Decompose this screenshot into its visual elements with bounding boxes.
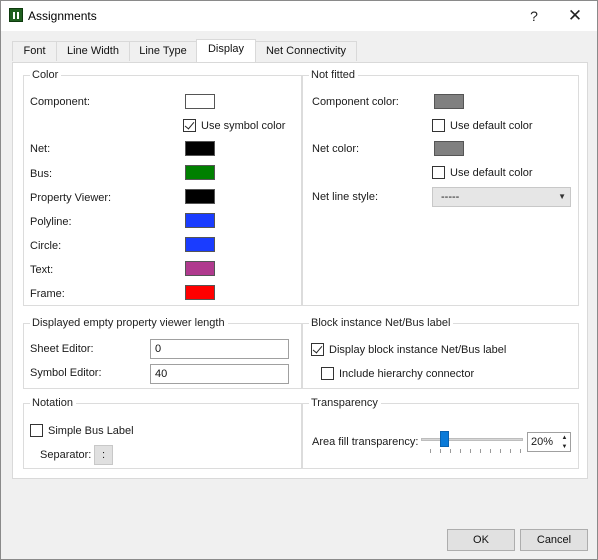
- use-default-color-net-checkbox[interactable]: [432, 166, 445, 179]
- slider-tick: [440, 449, 441, 453]
- use-symbol-color-checkbox[interactable]: [183, 119, 196, 132]
- slider-tick: [450, 449, 451, 453]
- notation-group: Notation Simple Bus Label Separator: :: [23, 397, 302, 469]
- net-line-style-label: Net line style:: [312, 191, 379, 203]
- slider-tick: [520, 449, 521, 453]
- separator-input[interactable]: :: [94, 445, 113, 465]
- slider-thumb[interactable]: [440, 431, 449, 447]
- component-color-nf-label: Component color:: [312, 96, 399, 108]
- use-default-color-net-label: Use default color: [450, 167, 533, 179]
- use-default-color-component-checkbox[interactable]: [432, 119, 445, 132]
- sheet-editor-input[interactable]: [150, 339, 289, 359]
- circle-color-label: Circle:: [30, 240, 62, 252]
- net-color-label: Net:: [30, 143, 51, 155]
- sheet-editor-label: Sheet Editor:: [30, 343, 94, 355]
- tab-line-type[interactable]: Line Type: [129, 41, 197, 61]
- slider-track: [421, 438, 523, 441]
- cancel-button[interactable]: Cancel: [520, 529, 588, 551]
- slider-tick: [510, 449, 511, 453]
- text-color-label: Text:: [30, 264, 54, 276]
- viewer-length-group-title: Displayed empty property viewer length: [30, 317, 228, 329]
- area-fill-transparency-value: 20%: [531, 436, 554, 448]
- net-line-style-value: -----: [441, 191, 460, 203]
- property-viewer-color-label: Property Viewer:: [30, 192, 112, 204]
- polyline-color-swatch[interactable]: [185, 213, 215, 228]
- viewer-length-group: Displayed empty property viewer length S…: [23, 317, 302, 389]
- component-color-swatch[interactable]: [185, 94, 215, 109]
- area-fill-transparency-label: Area fill transparency:: [312, 436, 419, 448]
- display-tab-panel: Color Component: Use symbol color Net: B…: [12, 62, 588, 479]
- chevron-down-icon: ▼: [558, 192, 566, 201]
- transparency-group: Transparency Area fill transparency: 20%…: [302, 397, 579, 469]
- simple-bus-label-text: Simple Bus Label: [48, 425, 134, 437]
- net-color-swatch[interactable]: [185, 141, 215, 156]
- block-label-group: Block instance Net/Bus label Display blo…: [302, 317, 579, 389]
- property-viewer-color-swatch[interactable]: [185, 189, 215, 204]
- separator-label: Separator:: [40, 449, 92, 461]
- area-fill-transparency-slider[interactable]: [421, 428, 523, 454]
- block-label-group-title: Block instance Net/Bus label: [309, 317, 454, 329]
- component-color-label: Component:: [30, 96, 90, 108]
- spin-up-icon[interactable]: ▲: [560, 434, 569, 442]
- slider-tick: [500, 449, 501, 453]
- app-logo-icon: [9, 8, 23, 22]
- bus-color-swatch[interactable]: [185, 165, 215, 180]
- tab-line-width[interactable]: Line Width: [56, 41, 130, 61]
- slider-tick: [480, 449, 481, 453]
- notation-group-title: Notation: [30, 397, 76, 409]
- include-hierarchy-connector-checkbox[interactable]: [321, 367, 334, 380]
- net-color-nf-label: Net color:: [312, 143, 360, 155]
- window-title: Assignments: [28, 9, 97, 23]
- not-fitted-group-title: Not fitted: [309, 69, 359, 81]
- color-group: Color Component: Use symbol color Net: B…: [23, 69, 302, 306]
- symbol-editor-label: Symbol Editor:: [30, 367, 102, 379]
- title-bar: Assignments ? ✕: [1, 1, 597, 31]
- net-color-nf-swatch[interactable]: [434, 141, 464, 156]
- frame-color-label: Frame:: [30, 288, 65, 300]
- transparency-group-title: Transparency: [309, 397, 381, 409]
- not-fitted-group: Not fitted Component color: Use default …: [302, 69, 579, 306]
- spin-down-icon[interactable]: ▼: [560, 443, 569, 451]
- tab-display[interactable]: Display: [196, 39, 256, 62]
- frame-color-swatch[interactable]: [185, 285, 215, 300]
- use-symbol-color-label: Use symbol color: [201, 120, 286, 132]
- close-icon[interactable]: ✕: [563, 5, 587, 27]
- display-block-label-checkbox[interactable]: [311, 343, 324, 356]
- simple-bus-label-checkbox[interactable]: [30, 424, 43, 437]
- bus-color-label: Bus:: [30, 168, 53, 180]
- assignments-dialog: Assignments ? ✕ Font Line Width Line Typ…: [0, 0, 598, 560]
- ok-button[interactable]: OK: [447, 529, 515, 551]
- slider-tick: [470, 449, 471, 453]
- tab-net-connectivity[interactable]: Net Connectivity: [255, 41, 357, 61]
- slider-tick: [490, 449, 491, 453]
- color-group-title: Color: [30, 69, 62, 81]
- text-color-swatch[interactable]: [185, 261, 215, 276]
- circle-color-swatch[interactable]: [185, 237, 215, 252]
- display-block-label-text: Display block instance Net/Bus label: [329, 344, 507, 356]
- help-button[interactable]: ?: [523, 5, 545, 27]
- polyline-color-label: Polyline:: [30, 216, 72, 228]
- tab-font[interactable]: Font: [12, 41, 57, 61]
- component-color-nf-swatch[interactable]: [434, 94, 464, 109]
- use-default-color-component-label: Use default color: [450, 120, 533, 132]
- include-hierarchy-connector-label: Include hierarchy connector: [339, 368, 475, 380]
- slider-tick: [430, 449, 431, 453]
- symbol-editor-input[interactable]: [150, 364, 289, 384]
- area-fill-transparency-spinbox[interactable]: 20% ▲ ▼: [527, 432, 571, 452]
- slider-tick: [460, 449, 461, 453]
- net-line-style-dropdown[interactable]: ----- ▼: [432, 187, 571, 207]
